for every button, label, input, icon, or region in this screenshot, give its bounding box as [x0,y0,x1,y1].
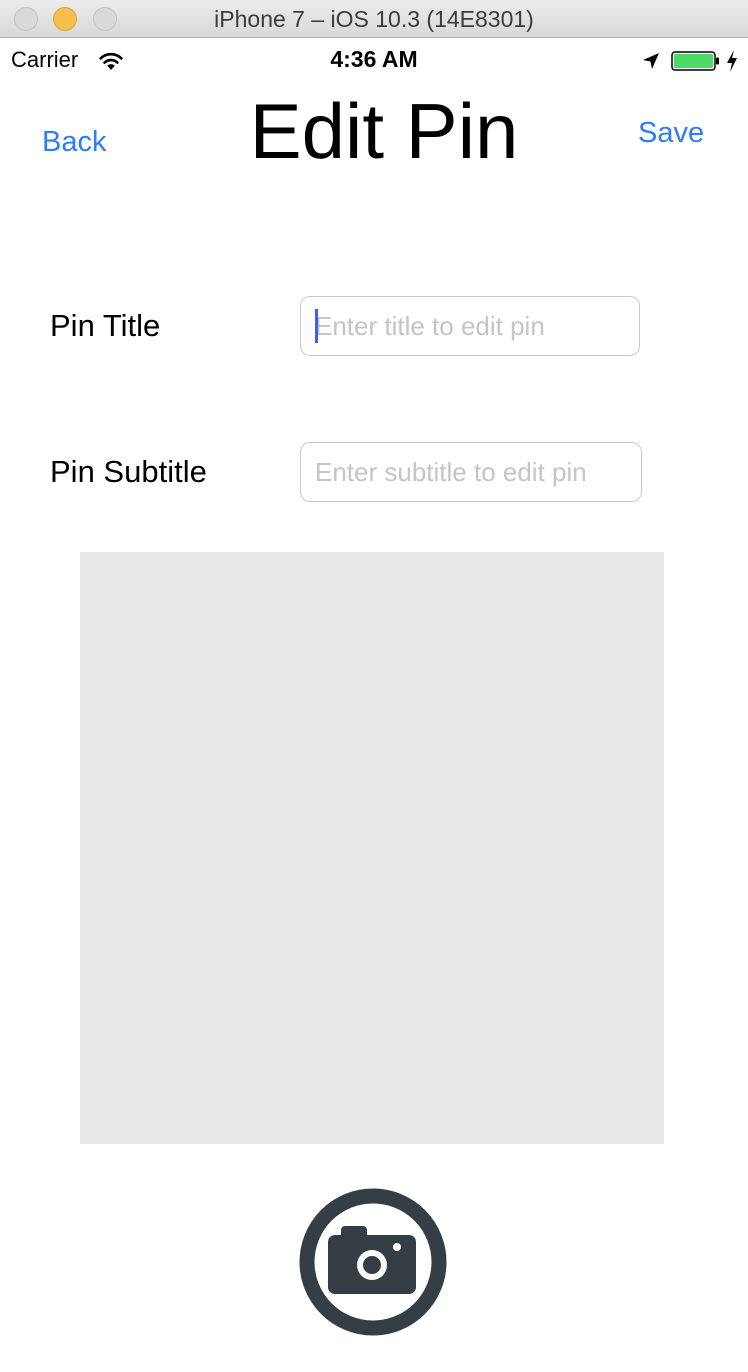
charging-bolt-icon [727,50,737,72]
battery-icon [671,51,719,71]
text-cursor [315,309,318,343]
save-button[interactable]: Save [638,117,704,150]
pin-title-label: Pin Title [50,308,161,343]
simulator-screen: iPhone 7 – iOS 10.3 (14E8301) Carrier 4:… [0,0,748,1372]
pin-title-field[interactable] [300,296,640,356]
location-arrow-icon [643,53,659,69]
camera-button[interactable] [299,1188,447,1336]
camera-icon [299,1188,447,1336]
status-time: 4:36 AM [330,46,418,72]
pin-title-input[interactable] [315,297,633,355]
pin-subtitle-label: Pin Subtitle [50,454,207,489]
pin-subtitle-input[interactable] [315,443,635,501]
pin-image-view [80,552,664,1144]
pin-subtitle-field[interactable] [300,442,642,502]
window-title: iPhone 7 – iOS 10.3 (14E8301) [214,6,534,32]
status-bar: Carrier 4:36 AM [0,38,748,82]
window-titlebar: iPhone 7 – iOS 10.3 (14E8301) [0,0,748,38]
page-title: Edit Pin [249,87,519,175]
